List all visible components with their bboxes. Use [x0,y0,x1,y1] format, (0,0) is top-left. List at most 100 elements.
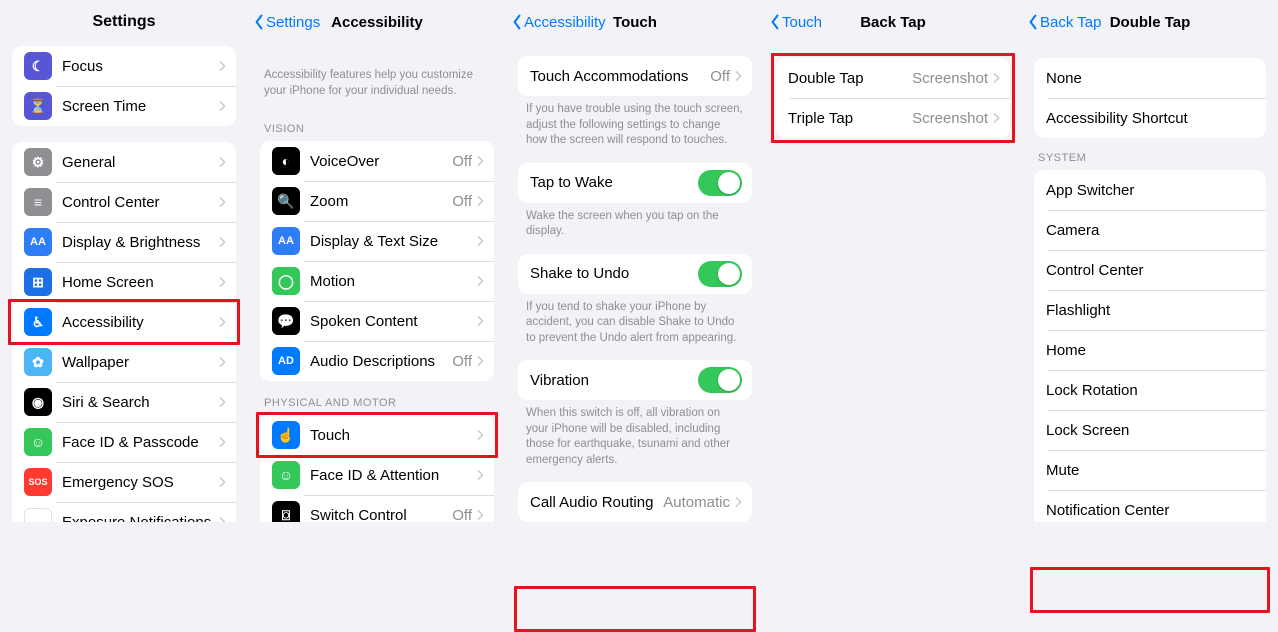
list-item[interactable]: SOS Emergency SOS [12,462,236,502]
faceid-icon: ☺ [24,428,52,456]
list-item-label: Face ID & Passcode [62,434,218,451]
voiceover-icon: ◐ [272,147,300,175]
sliders-icon: ≡ [24,188,52,216]
list-item-label: Notification Center [1046,502,1256,519]
chevron-right-icon [218,59,226,73]
list-item-label: Camera [1046,222,1256,239]
list-item-label: Wallpaper [62,354,218,371]
footer-note: If you tend to shake your iPhone by acci… [506,294,764,355]
list-item[interactable]: 🔍 Zoom Off [260,181,494,221]
chevron-right-icon [476,194,484,208]
settings-group: Call Audio Routing Automatic [518,482,752,522]
list-item[interactable]: AD Audio Descriptions Off [260,341,494,381]
list-item[interactable]: ☺ Face ID & Passcode [12,422,236,462]
back-label: Touch [782,14,822,31]
zoom-icon: 🔍 [272,187,300,215]
toggle-switch[interactable] [698,261,742,287]
list-item[interactable]: Lock Rotation [1034,370,1266,410]
list-item-label: None [1046,70,1256,87]
flower-icon: ✿ [24,348,52,376]
list-item[interactable]: Control Center [1034,250,1266,290]
list-item[interactable]: 💬 Spoken Content [260,301,494,341]
list-item[interactable]: Vibration [518,360,752,400]
sos-icon: SOS [24,468,52,496]
list-item[interactable]: Home [1034,330,1266,370]
list-item[interactable]: Lock Screen [1034,410,1266,450]
list-item[interactable]: Touch Accommodations Off [518,56,752,96]
list-item-label: Tap to Wake [530,174,698,191]
list-item[interactable]: ☾ Focus [12,46,236,86]
list-item-label: Accessibility [62,314,218,331]
back-button[interactable]: Accessibility [512,13,606,31]
list-item-label: Switch Control [310,507,452,522]
chevron-right-icon [476,154,484,168]
list-item[interactable]: Notification Center [1034,490,1266,522]
back-button[interactable]: Settings [254,13,320,31]
list-item[interactable]: App Switcher [1034,170,1266,210]
virus-icon: ✚ [24,508,52,522]
list-item[interactable]: AA Display & Text Size [260,221,494,261]
list-item[interactable]: ☝ Touch [260,415,494,455]
list-item[interactable]: Double Tap Screenshot [776,58,1010,98]
back-button[interactable]: Back Tap [1028,13,1101,31]
chevron-right-icon [218,395,226,409]
back-button[interactable]: Touch [770,13,822,31]
list-item-label: Triple Tap [788,110,912,127]
list-item[interactable]: Flashlight [1034,290,1266,330]
chevron-left-icon [512,13,522,31]
toggle-switch[interactable] [698,367,742,393]
list-item[interactable]: AA Display & Brightness [12,222,236,262]
chevron-right-icon [218,355,226,369]
list-item-label: Spoken Content [310,313,476,330]
list-item[interactable]: ☺ Face ID & Attention [260,455,494,495]
list-item[interactable]: ✚ Exposure Notifications [12,502,236,522]
section-header: SYSTEM [1022,138,1278,170]
gear-icon: ⚙ [24,148,52,176]
settings-group: App Switcher Camera Control Center Flash… [1034,170,1266,522]
list-item[interactable]: ◉ Siri & Search [12,382,236,422]
list-item-label: Touch Accommodations [530,68,710,85]
list-item[interactable]: Tap to Wake [518,163,752,203]
list-item[interactable]: ◐ VoiceOver Off [260,141,494,181]
list-item[interactable]: ⚙ General [12,142,236,182]
list-item[interactable]: None [1034,58,1266,98]
list-item[interactable]: Accessibility Shortcut [1034,98,1266,138]
settings-group: ◐ VoiceOver Off 🔍 Zoom Off AA Display & … [260,141,494,381]
list-item[interactable]: ♿︎ Accessibility [12,302,236,342]
chevron-right-icon [476,314,484,328]
chevron-right-icon [476,428,484,442]
settings-group: Double Tap Screenshot Triple Tap Screens… [776,58,1010,138]
list-item[interactable]: ⊞ Home Screen [12,262,236,302]
list-item-label: Face ID & Attention [310,467,476,484]
chevron-right-icon [218,275,226,289]
list-item-label: Vibration [530,372,698,389]
list-item-label: Call Audio Routing [530,494,663,511]
aa-icon: AA [272,227,300,255]
list-item[interactable]: Mute [1034,450,1266,490]
list-item[interactable]: ◯ Motion [260,261,494,301]
aa-icon: AA [24,228,52,256]
list-item[interactable]: ✿ Wallpaper [12,342,236,382]
toggle-switch[interactable] [698,170,742,196]
section-header: VISION [248,107,506,141]
nav-bar: Back Tap Double Tap [1022,0,1278,44]
list-item-value: Off [452,507,472,522]
chevron-right-icon [218,155,226,169]
list-item[interactable]: Call Audio Routing Automatic [518,482,752,522]
chevron-right-icon [218,99,226,113]
list-item-label: Focus [62,58,218,75]
list-item[interactable]: ⌼ Switch Control Off [260,495,494,522]
back-label: Settings [266,14,320,31]
list-item[interactable]: ≡ Control Center [12,182,236,222]
list-item-label: Siri & Search [62,394,218,411]
spoken-icon: 💬 [272,307,300,335]
list-item[interactable]: Shake to Undo [518,254,752,294]
chevron-right-icon [218,475,226,489]
list-item[interactable]: Triple Tap Screenshot [776,98,1010,138]
list-item[interactable]: Camera [1034,210,1266,250]
list-item[interactable]: ⏳ Screen Time [12,86,236,126]
list-item-label: Lock Screen [1046,422,1256,439]
siri-icon: ◉ [24,388,52,416]
moon-icon: ☾ [24,52,52,80]
nav-bar: Accessibility Touch [506,0,764,44]
